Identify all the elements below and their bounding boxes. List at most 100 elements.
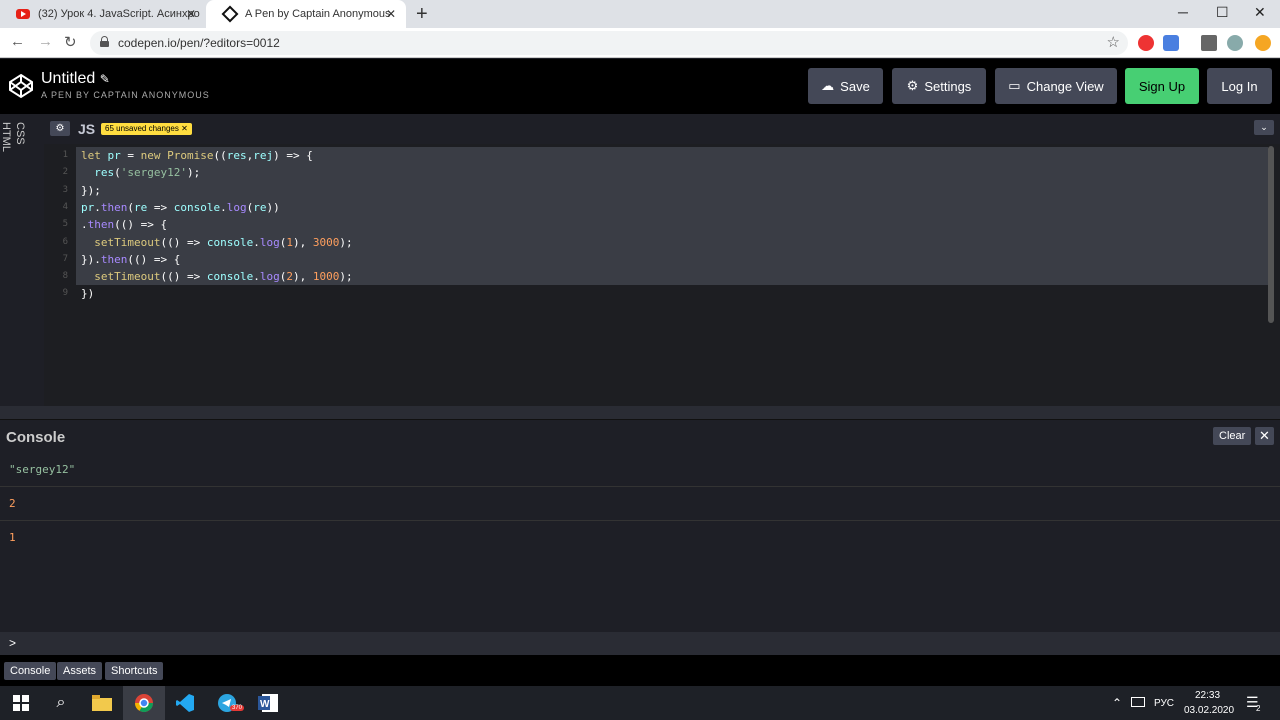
- language-indicator[interactable]: РУС: [1154, 698, 1174, 709]
- layout-icon: ▭: [1008, 78, 1021, 93]
- svg-text:W: W: [260, 699, 270, 710]
- back-icon[interactable]: ←: [10, 33, 25, 50]
- settings-button[interactable]: ⚙ Settings: [892, 68, 986, 104]
- js-settings-icon[interactable]: ⚙: [50, 121, 70, 136]
- maximize-icon[interactable]: ☐: [1216, 4, 1229, 21]
- clock-time[interactable]: 22:33: [1195, 690, 1220, 701]
- line-number: 4: [62, 201, 68, 212]
- text-selection: [76, 147, 1268, 285]
- codepen-logo-icon[interactable]: [8, 73, 34, 99]
- shortcuts-button[interactable]: Shortcuts: [105, 662, 164, 680]
- vscode-icon[interactable]: [164, 686, 206, 720]
- js-code-editor[interactable]: 1 2 3 4 5 6 7 8 9 let pr = new Promise((res,rej)…: [44, 144, 1280, 406]
- console-toggle-button[interactable]: Console: [4, 662, 57, 680]
- pen-title[interactable]: Untitled ✎: [41, 70, 110, 88]
- sign-up-button[interactable]: Sign Up: [1125, 68, 1199, 104]
- chrome-icon[interactable]: [123, 686, 165, 720]
- code-line[interactable]: pr.then(re => console.log(re)): [81, 199, 280, 216]
- gear-icon: ⚙: [906, 78, 919, 93]
- notification-count: 2: [1256, 704, 1261, 713]
- close-console-icon[interactable]: ✕: [1255, 427, 1274, 445]
- reading-list-icon[interactable]: [1201, 35, 1217, 51]
- console-title: Console: [6, 429, 66, 446]
- close-tab-icon[interactable]: ✕: [386, 7, 396, 21]
- extension-icon[interactable]: [1138, 35, 1154, 51]
- minimize-icon[interactable]: ─: [1178, 4, 1188, 20]
- code-line[interactable]: setTimeout(() => console.log(2), 1000);: [81, 268, 352, 285]
- code-line[interactable]: }): [81, 285, 94, 302]
- js-editor-header: ⚙ JS 65 unsaved changes ✕ ⌄: [44, 114, 1280, 144]
- codepen-header: Untitled ✎ A PEN BY CAPTAIN ANONYMOUS ☁ S…: [0, 59, 1280, 114]
- lock-icon: [100, 36, 109, 47]
- line-number: 7: [62, 253, 68, 264]
- css-editor-tab[interactable]: CSS: [14, 122, 26, 145]
- windows-start-icon[interactable]: [0, 686, 42, 720]
- pen-author: A PEN BY CAPTAIN ANONYMOUS: [41, 90, 210, 100]
- profile-avatar[interactable]: [1227, 35, 1243, 51]
- bookmark-star-icon[interactable]: ☆: [1107, 33, 1120, 51]
- console-input[interactable]: >: [0, 632, 1280, 655]
- log-in-button[interactable]: Log In: [1207, 68, 1272, 104]
- html-editor-tab[interactable]: HTML: [0, 122, 12, 152]
- youtube-icon: [16, 9, 30, 19]
- translate-icon[interactable]: [1163, 35, 1179, 51]
- change-view-label: Change View: [1026, 78, 1104, 94]
- line-gutter: 1 2 3 4 5 6 7 8 9: [44, 144, 74, 406]
- forward-icon[interactable]: →: [38, 33, 53, 50]
- code-line[interactable]: });: [81, 182, 101, 199]
- word-icon[interactable]: W: [247, 686, 289, 720]
- chevron-up-icon[interactable]: ⌃: [1112, 696, 1122, 710]
- edit-pencil-icon[interactable]: ✎: [100, 72, 110, 86]
- save-label: Save: [840, 78, 870, 94]
- line-number: 6: [62, 236, 68, 247]
- tab-title: A Pen by Captain Anonymous: [245, 8, 391, 20]
- line-number: 5: [62, 219, 68, 230]
- change-view-button[interactable]: ▭ Change View: [995, 68, 1117, 104]
- log-in-label: Log In: [1221, 78, 1258, 94]
- telegram-badge: 370: [230, 705, 245, 711]
- browser-tabstrip: (32) Урок 4. JavaScript. Асинхро ✕ A Pen…: [0, 0, 1280, 28]
- tab-title: (32) Урок 4. JavaScript. Асинхро: [38, 8, 200, 20]
- prompt-symbol: >: [9, 636, 17, 650]
- codepen-footer: Console Assets Shortcuts: [0, 655, 1280, 686]
- unsaved-text: 65 unsaved changes: [105, 124, 179, 133]
- browser-tab-youtube[interactable]: (32) Урок 4. JavaScript. Асинхро ✕: [0, 0, 206, 28]
- console-log-row: "sergey12": [0, 453, 1280, 487]
- telegram-icon[interactable]: 370: [206, 686, 248, 720]
- file-explorer-icon[interactable]: [81, 686, 123, 720]
- sign-up-label: Sign Up: [1138, 78, 1186, 94]
- url-field[interactable]: codepen.io/pen/?editors=0012 ☆: [90, 31, 1128, 55]
- chevron-down-icon[interactable]: ⌄: [1254, 120, 1274, 135]
- code-line[interactable]: setTimeout(() => console.log(1), 3000);: [81, 234, 352, 251]
- update-icon[interactable]: [1255, 35, 1271, 51]
- collapsed-editors-rail: CSS HTML: [0, 114, 44, 406]
- pen-title-text: Untitled: [41, 70, 96, 87]
- code-line[interactable]: let pr = new Promise((res,rej) => {: [81, 147, 313, 164]
- cloud-icon: ☁: [821, 78, 835, 93]
- unsaved-changes-badge[interactable]: 65 unsaved changes ✕: [101, 123, 192, 135]
- editor-scrollbar[interactable]: [1268, 146, 1274, 323]
- clock-date[interactable]: 03.02.2020: [1184, 705, 1234, 716]
- code-line[interactable]: res('sergey12');: [81, 164, 200, 181]
- new-tab-icon[interactable]: +: [416, 3, 428, 26]
- windows-taskbar: ⌕ 370 W ⌃ РУС 22:33 03.02.2020 ☰ 2: [0, 686, 1280, 720]
- clear-console-button[interactable]: Clear: [1213, 427, 1252, 445]
- close-window-icon[interactable]: ✕: [1254, 4, 1266, 21]
- save-button[interactable]: ☁ Save: [808, 68, 883, 104]
- network-icon[interactable]: [1131, 697, 1145, 707]
- reload-icon[interactable]: ↻: [64, 33, 77, 51]
- console-log-row: 1: [9, 531, 16, 544]
- search-icon[interactable]: ⌕: [40, 686, 82, 720]
- line-number: 2: [62, 167, 68, 178]
- console-panel: Console Clear ✕ "sergey12" 2 1 >: [0, 420, 1280, 655]
- js-editor-title: JS: [78, 121, 96, 137]
- assets-button[interactable]: Assets: [57, 662, 103, 680]
- close-tab-icon[interactable]: ✕: [186, 7, 196, 21]
- line-number: 9: [62, 288, 68, 299]
- console-resize-handle[interactable]: [0, 406, 1280, 420]
- code-line[interactable]: .then(() => {: [81, 216, 167, 233]
- line-number: 8: [62, 271, 68, 282]
- code-line[interactable]: }).then(() => {: [81, 251, 180, 268]
- browser-tab-codepen[interactable]: A Pen by Captain Anonymous ✕: [206, 0, 406, 28]
- settings-label: Settings: [924, 78, 972, 94]
